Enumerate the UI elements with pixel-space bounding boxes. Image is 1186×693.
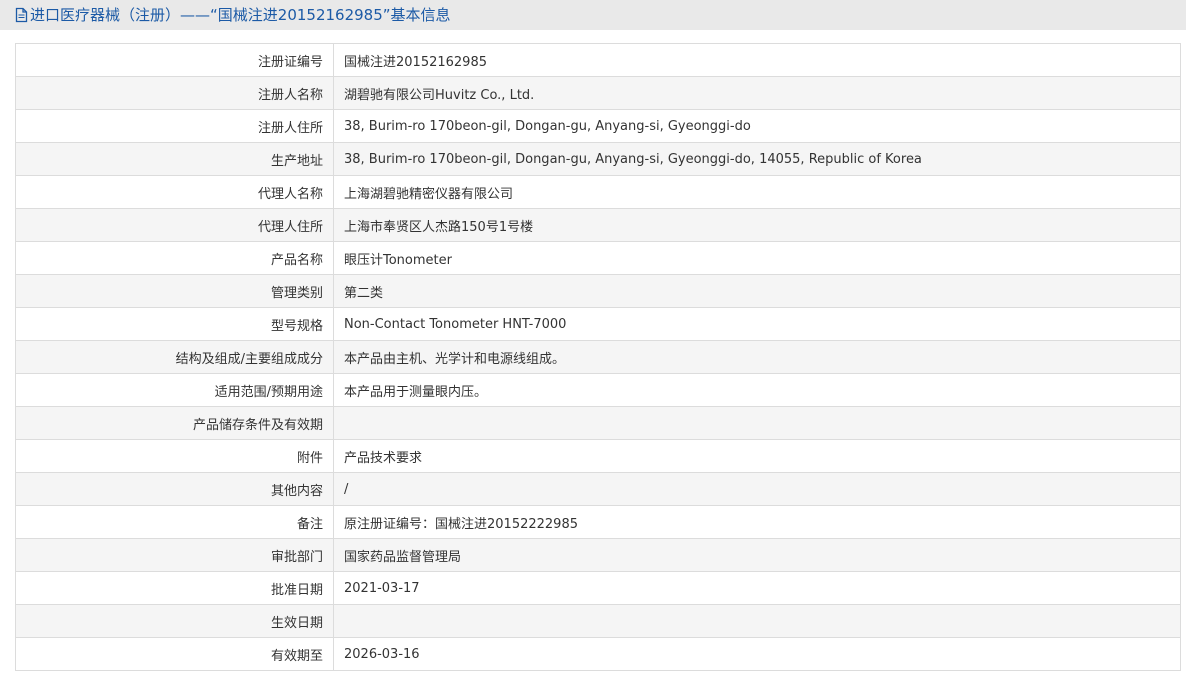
row-label: 批准日期 bbox=[15, 571, 334, 605]
table-row: 管理类别 第二类 bbox=[15, 274, 1181, 308]
table-row: 附件 产品技术要求 bbox=[15, 439, 1181, 473]
table-row: 其他内容 / bbox=[15, 472, 1181, 506]
table-row: 产品储存条件及有效期 bbox=[15, 406, 1181, 440]
row-value: 产品技术要求 bbox=[333, 439, 1181, 473]
row-value: 第二类 bbox=[333, 274, 1181, 308]
row-label: 注册人名称 bbox=[15, 76, 334, 110]
row-label: 代理人名称 bbox=[15, 175, 334, 209]
row-value: 眼压计Tonometer bbox=[333, 241, 1181, 275]
table-row: 生效日期 bbox=[15, 604, 1181, 638]
row-value: 2021-03-17 bbox=[333, 571, 1181, 605]
row-value: 原注册证编号：国械注进20152222985 bbox=[333, 505, 1181, 539]
row-value bbox=[333, 406, 1181, 440]
row-value: 38, Burim-ro 170beon-gil, Dongan-gu, Any… bbox=[333, 142, 1181, 176]
table-row: 适用范围/预期用途 本产品用于测量眼内压。 bbox=[15, 373, 1181, 407]
table-row: 批准日期 2021-03-17 bbox=[15, 571, 1181, 605]
row-value: Non-Contact Tonometer HNT-7000 bbox=[333, 307, 1181, 341]
table-row: 注册人名称 湖碧驰有限公司Huvitz Co., Ltd. bbox=[15, 76, 1181, 110]
table-row: 代理人名称 上海湖碧驰精密仪器有限公司 bbox=[15, 175, 1181, 209]
row-value bbox=[333, 604, 1181, 638]
row-label: 适用范围/预期用途 bbox=[15, 373, 334, 407]
row-label: 生产地址 bbox=[15, 142, 334, 176]
table-row: 注册证编号 国械注进20152162985 bbox=[15, 43, 1181, 77]
page-title: 进口医疗器械（注册）——“国械注进20152162985”基本信息 bbox=[30, 6, 451, 24]
row-value: / bbox=[333, 472, 1181, 506]
table-row: 注册人住所 38, Burim-ro 170beon-gil, Dongan-gu… bbox=[15, 109, 1181, 143]
document-icon bbox=[15, 7, 28, 23]
row-value: 本产品用于测量眼内压。 bbox=[333, 373, 1181, 407]
row-label: 注册证编号 bbox=[15, 43, 334, 77]
row-label: 备注 bbox=[15, 505, 334, 539]
row-value: 本产品由主机、光学计和电源线组成。 bbox=[333, 340, 1181, 374]
row-label: 产品储存条件及有效期 bbox=[15, 406, 334, 440]
table-row: 型号规格 Non-Contact Tonometer HNT-7000 bbox=[15, 307, 1181, 341]
table-row: 有效期至 2026-03-16 bbox=[15, 637, 1181, 671]
row-label: 附件 bbox=[15, 439, 334, 473]
basic-info-table: 注册证编号 国械注进20152162985 注册人名称 湖碧驰有限公司Huvitz … bbox=[15, 43, 1181, 671]
row-label: 结构及组成/主要组成成分 bbox=[15, 340, 334, 374]
row-label: 产品名称 bbox=[15, 241, 334, 275]
row-label: 审批部门 bbox=[15, 538, 334, 572]
row-label: 生效日期 bbox=[15, 604, 334, 638]
table-row: 备注 原注册证编号：国械注进20152222985 bbox=[15, 505, 1181, 539]
table-row: 结构及组成/主要组成成分 本产品由主机、光学计和电源线组成。 bbox=[15, 340, 1181, 374]
row-label: 代理人住所 bbox=[15, 208, 334, 242]
row-label: 其他内容 bbox=[15, 472, 334, 506]
row-value: 38, Burim-ro 170beon-gil, Dongan-gu, Any… bbox=[333, 109, 1181, 143]
row-value: 上海市奉贤区人杰路150号1号楼 bbox=[333, 208, 1181, 242]
row-value: 国械注进20152162985 bbox=[333, 43, 1181, 77]
table-row: 生产地址 38, Burim-ro 170beon-gil, Dongan-gu,… bbox=[15, 142, 1181, 176]
page-header: 进口医疗器械（注册）——“国械注进20152162985”基本信息 bbox=[0, 0, 1186, 30]
table-row: 审批部门 国家药品监督管理局 bbox=[15, 538, 1181, 572]
row-value: 湖碧驰有限公司Huvitz Co., Ltd. bbox=[333, 76, 1181, 110]
row-value: 2026-03-16 bbox=[333, 637, 1181, 671]
row-label: 型号规格 bbox=[15, 307, 334, 341]
row-label: 有效期至 bbox=[15, 637, 334, 671]
row-label: 管理类别 bbox=[15, 274, 334, 308]
table-row: 代理人住所 上海市奉贤区人杰路150号1号楼 bbox=[15, 208, 1181, 242]
row-value: 国家药品监督管理局 bbox=[333, 538, 1181, 572]
row-value: 上海湖碧驰精密仪器有限公司 bbox=[333, 175, 1181, 209]
row-label: 注册人住所 bbox=[15, 109, 334, 143]
table-row: 产品名称 眼压计Tonometer bbox=[15, 241, 1181, 275]
